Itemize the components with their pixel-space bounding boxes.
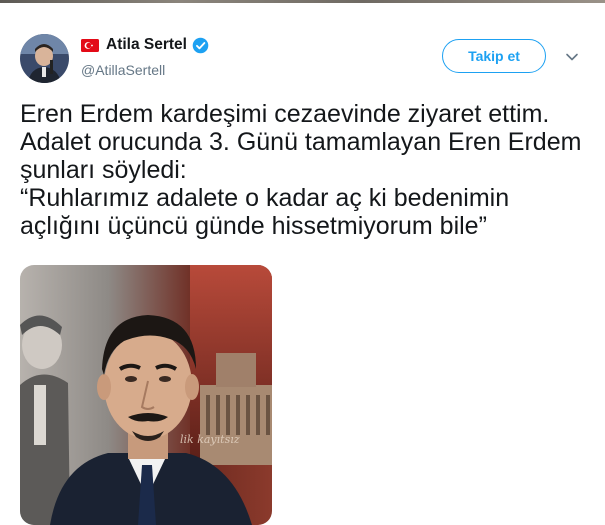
top-image-strip (0, 0, 605, 3)
verified-badge-icon (192, 37, 209, 53)
turkey-flag-icon (81, 38, 99, 52)
author-display-name[interactable]: Atila Sertel (106, 36, 187, 54)
author-name-row[interactable]: Atila Sertel (81, 35, 209, 55)
tweet-media-photo[interactable]: lik kayıtsız (20, 265, 272, 525)
chevron-down-icon[interactable] (565, 50, 579, 64)
avatar-photo (20, 34, 69, 83)
photo-portrait: lik kayıtsız (20, 265, 272, 525)
svg-text:lik kayıtsız: lik kayıtsız (180, 433, 240, 446)
author-handle[interactable]: @AtillaSertell (81, 62, 165, 78)
author-avatar[interactable] (20, 34, 69, 83)
tweet-text: Eren Erdem kardeşimi cezaevinde ziyaret … (20, 100, 582, 240)
follow-button[interactable]: Takip et (442, 39, 546, 73)
